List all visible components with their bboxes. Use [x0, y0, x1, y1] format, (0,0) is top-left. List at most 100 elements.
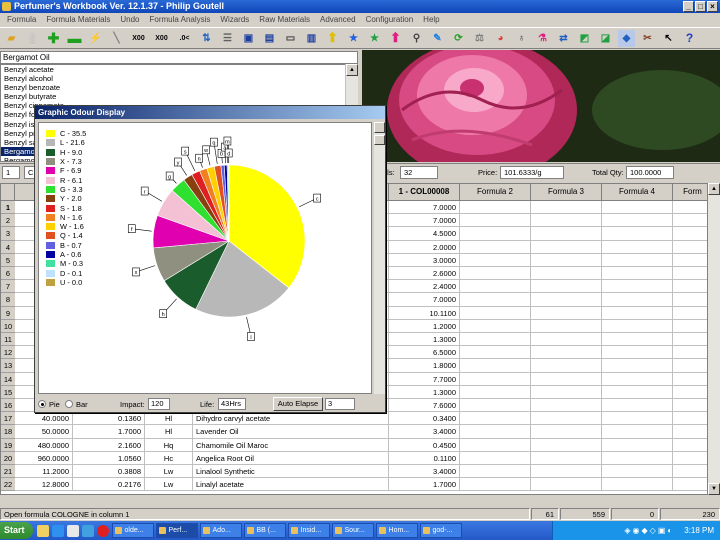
grid-cell[interactable] — [602, 346, 673, 360]
material-list-item[interactable]: Benzyl benzoate — [1, 83, 357, 92]
grid-cell[interactable] — [531, 214, 602, 228]
grid-cell[interactable] — [531, 372, 602, 386]
bottle-icon[interactable]: ♁ — [513, 30, 530, 47]
paint-icon[interactable]: ✎ — [429, 30, 446, 47]
grid-cell[interactable] — [673, 267, 707, 281]
grid-cell[interactable] — [531, 280, 602, 294]
grid-cell[interactable] — [460, 333, 531, 347]
grid-cell[interactable] — [602, 399, 673, 413]
grid-cell[interactable]: 1.3000 — [389, 385, 460, 399]
grid-cell[interactable]: 6.5000 — [389, 346, 460, 360]
grid-cell[interactable]: 2.6000 — [389, 267, 460, 281]
grid-cell[interactable] — [531, 227, 602, 241]
menu-configuration[interactable]: Configuration — [361, 13, 419, 26]
grid-cell[interactable] — [531, 451, 602, 465]
grid-cell[interactable] — [531, 293, 602, 307]
taskbar-task[interactable]: Hom... — [375, 523, 418, 538]
grid-cell[interactable] — [673, 386, 707, 399]
grid-cell[interactable] — [673, 241, 707, 254]
odour-scrollbar[interactable] — [374, 122, 385, 394]
grid-cell[interactable]: Lw — [145, 478, 193, 492]
grid-cell[interactable] — [460, 478, 531, 492]
taskbar-task[interactable]: olde... — [111, 523, 154, 538]
grid-cell[interactable] — [531, 253, 602, 267]
pointer-icon[interactable]: ↖ — [660, 30, 677, 47]
grid-cell[interactable] — [531, 412, 602, 426]
odour-window-title[interactable]: Graphic Odour Display — [35, 106, 385, 119]
grid-cell[interactable]: Hc — [145, 451, 193, 465]
grid-cell[interactable]: 1.7000 — [389, 478, 460, 492]
grid-cell[interactable]: 7.0000 — [389, 201, 460, 215]
new-document-icon[interactable]: ▯ — [24, 30, 41, 47]
grid-row-number[interactable]: 18 — [1, 425, 15, 439]
grid-cell[interactable]: 2.0000 — [389, 240, 460, 254]
grid-row-number[interactable]: 6 — [1, 267, 15, 281]
open-folder-icon[interactable]: ▰ — [3, 30, 20, 47]
grid-row-number[interactable]: 12 — [1, 346, 15, 360]
grid-cell[interactable]: 1.8000 — [389, 359, 460, 373]
grid-row-number[interactable]: 4 — [1, 240, 15, 254]
grid-cell[interactable] — [602, 267, 673, 281]
grid-cell[interactable] — [602, 465, 673, 479]
grid-cell[interactable]: 10.1100 — [389, 306, 460, 320]
grid-cell[interactable]: 1.3000 — [389, 333, 460, 347]
grid-cell[interactable] — [460, 240, 531, 254]
taskbar-task[interactable]: Perf... — [155, 523, 198, 538]
grid-row-number[interactable]: 17 — [1, 412, 15, 426]
report-icon[interactable]: ▥ — [303, 30, 320, 47]
grid-cell[interactable] — [673, 320, 707, 333]
close-button[interactable]: × — [707, 1, 718, 12]
grid-row-number[interactable]: 2 — [1, 214, 15, 228]
grid-cell[interactable] — [673, 201, 707, 215]
start-button[interactable]: Start — [0, 522, 33, 539]
grid-cell[interactable] — [602, 280, 673, 294]
grid-row-number[interactable]: 1 — [1, 201, 15, 215]
taskbar-task[interactable]: BB (... — [243, 523, 286, 538]
menu-formula-analysis[interactable]: Formula Analysis — [144, 13, 215, 26]
quicklaunch-media-icon[interactable] — [81, 524, 94, 537]
taskbar-task[interactable]: Sour... — [331, 523, 374, 538]
save-as-icon[interactable]: ▤ — [261, 30, 278, 47]
minimize-button[interactable]: _ — [683, 1, 694, 12]
chart-icon[interactable]: ◩ — [576, 30, 593, 47]
grid-header-formula-2[interactable]: Formula 2 — [460, 184, 531, 201]
grid-cell[interactable] — [531, 465, 602, 479]
grid-cell[interactable] — [602, 240, 673, 254]
grid-cell[interactable] — [602, 227, 673, 241]
grid-cell[interactable] — [531, 346, 602, 360]
grid-cell[interactable] — [602, 359, 673, 373]
print-icon[interactable]: ▭ — [282, 30, 299, 47]
grid-cell[interactable] — [460, 319, 531, 333]
material-list-item[interactable]: Benzyl alcohol — [1, 74, 357, 83]
scale-icon[interactable]: ⚖ — [471, 30, 488, 47]
grid-cell[interactable]: 1.7000 — [73, 425, 145, 439]
refresh-icon[interactable]: ⟳ — [450, 30, 467, 47]
material-list-item[interactable]: Benzyl butyrate — [1, 92, 357, 101]
up-arrow-icon[interactable]: ⬆ — [324, 30, 341, 47]
help-icon[interactable]: ? — [681, 30, 698, 47]
grid-row-number[interactable]: 21 — [1, 465, 15, 479]
taskbar-task[interactable]: god-... — [419, 523, 462, 538]
tools-icon[interactable]: ✂ — [639, 30, 656, 47]
grid-cell[interactable] — [531, 425, 602, 439]
grid-cell[interactable] — [602, 478, 673, 492]
menu-help[interactable]: Help — [418, 13, 444, 26]
grid-cell[interactable] — [602, 412, 673, 426]
grid-cell[interactable]: 2.1600 — [73, 438, 145, 452]
grid-cell[interactable] — [460, 399, 531, 413]
material-list-item[interactable]: Benzyl acetate — [1, 65, 357, 74]
grid-cell[interactable] — [673, 280, 707, 294]
quicklaunch-desktop-icon[interactable] — [66, 524, 79, 537]
grid-cell[interactable] — [602, 438, 673, 452]
transfer-icon[interactable]: ⇄ — [555, 30, 572, 47]
grid-cell[interactable] — [673, 412, 707, 426]
menu-formula[interactable]: Formula — [2, 13, 41, 26]
bar-radio[interactable] — [65, 400, 73, 408]
tray-icons[interactable]: ◈◉◆◇▣◐ — [624, 526, 674, 535]
grid-cell[interactable] — [460, 438, 531, 452]
quicklaunch-ie-icon[interactable] — [51, 524, 64, 537]
grid-cell[interactable] — [460, 451, 531, 465]
grid-row-number[interactable]: 13 — [1, 359, 15, 373]
grid-row-number[interactable]: 8 — [1, 293, 15, 307]
grid-cell[interactable] — [602, 201, 673, 215]
